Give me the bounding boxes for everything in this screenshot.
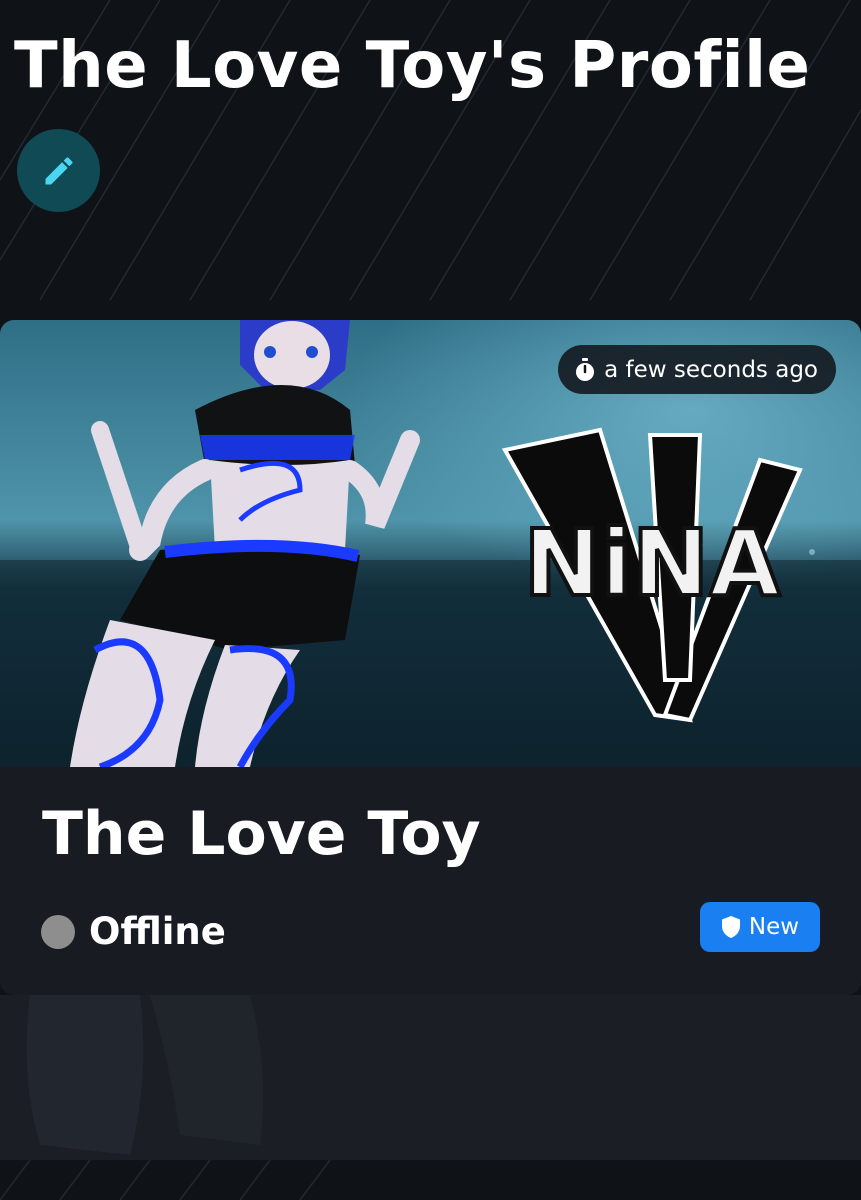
pencil-icon xyxy=(45,156,73,184)
status-indicator: Offline xyxy=(41,910,226,953)
profile-card: NiNA a few seconds ago The Love Toy Offl… xyxy=(0,320,861,995)
trust-rank-label: New xyxy=(748,914,800,940)
last-seen-text: a few seconds ago xyxy=(604,356,818,383)
profile-details-panel xyxy=(0,995,861,1160)
last-seen-badge: a few seconds ago xyxy=(558,345,836,394)
display-name: The Love Toy xyxy=(42,799,481,869)
faded-avatar-image xyxy=(26,995,264,1155)
footer-pattern xyxy=(0,1160,861,1200)
stopwatch-icon xyxy=(576,357,595,381)
status-label: Offline xyxy=(89,910,226,953)
banner-logo-text: NiNA xyxy=(524,510,781,617)
status-dot xyxy=(41,914,75,949)
trust-rank-badge[interactable]: New xyxy=(700,902,820,952)
edit-profile-button[interactable] xyxy=(17,129,100,212)
page-title: The Love Toy's Profile xyxy=(14,29,811,103)
shield-icon xyxy=(721,916,740,938)
